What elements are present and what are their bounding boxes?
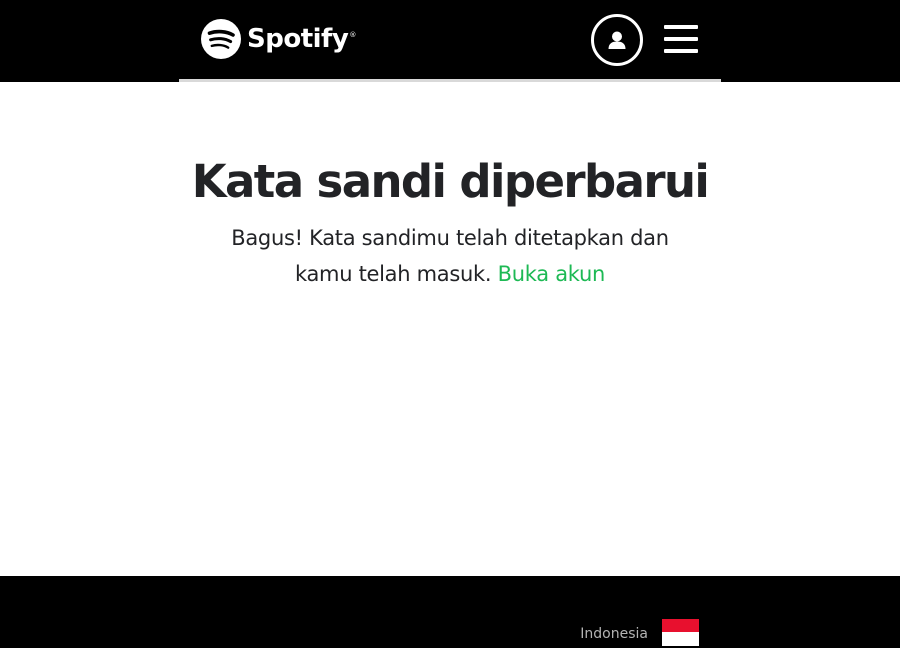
- spotify-logo-icon: [201, 19, 241, 59]
- spotify-logo-link[interactable]: Spotify ®: [201, 19, 356, 59]
- hamburger-menu-icon: [664, 25, 698, 29]
- hamburger-menu-icon-middle: [664, 37, 698, 41]
- country-selector-label[interactable]: Indonesia: [560, 624, 648, 644]
- trademark-symbol: ®: [349, 31, 357, 39]
- hamburger-menu-icon-bottom: [664, 49, 698, 53]
- footer: Indonesia: [0, 576, 900, 648]
- top-navigation-bar: Spotify ®: [0, 0, 900, 82]
- flag-red-stripe: [662, 619, 699, 632]
- flag-white-stripe: [662, 632, 699, 646]
- indonesia-flag-icon[interactable]: [662, 619, 699, 646]
- confirmation-message: Bagus! Kata sandimu telah ditetapkan dan…: [200, 220, 700, 292]
- user-icon: [608, 31, 626, 49]
- spotify-wordmark: Spotify: [247, 24, 349, 54]
- open-account-link[interactable]: Buka akun: [498, 262, 606, 286]
- hamburger-menu-button[interactable]: [664, 24, 698, 54]
- main-content: Kata sandi diperbarui Bagus! Kata sandim…: [0, 82, 900, 576]
- profile-button[interactable]: [591, 14, 643, 66]
- page-title: Kata sandi diperbarui: [191, 155, 710, 208]
